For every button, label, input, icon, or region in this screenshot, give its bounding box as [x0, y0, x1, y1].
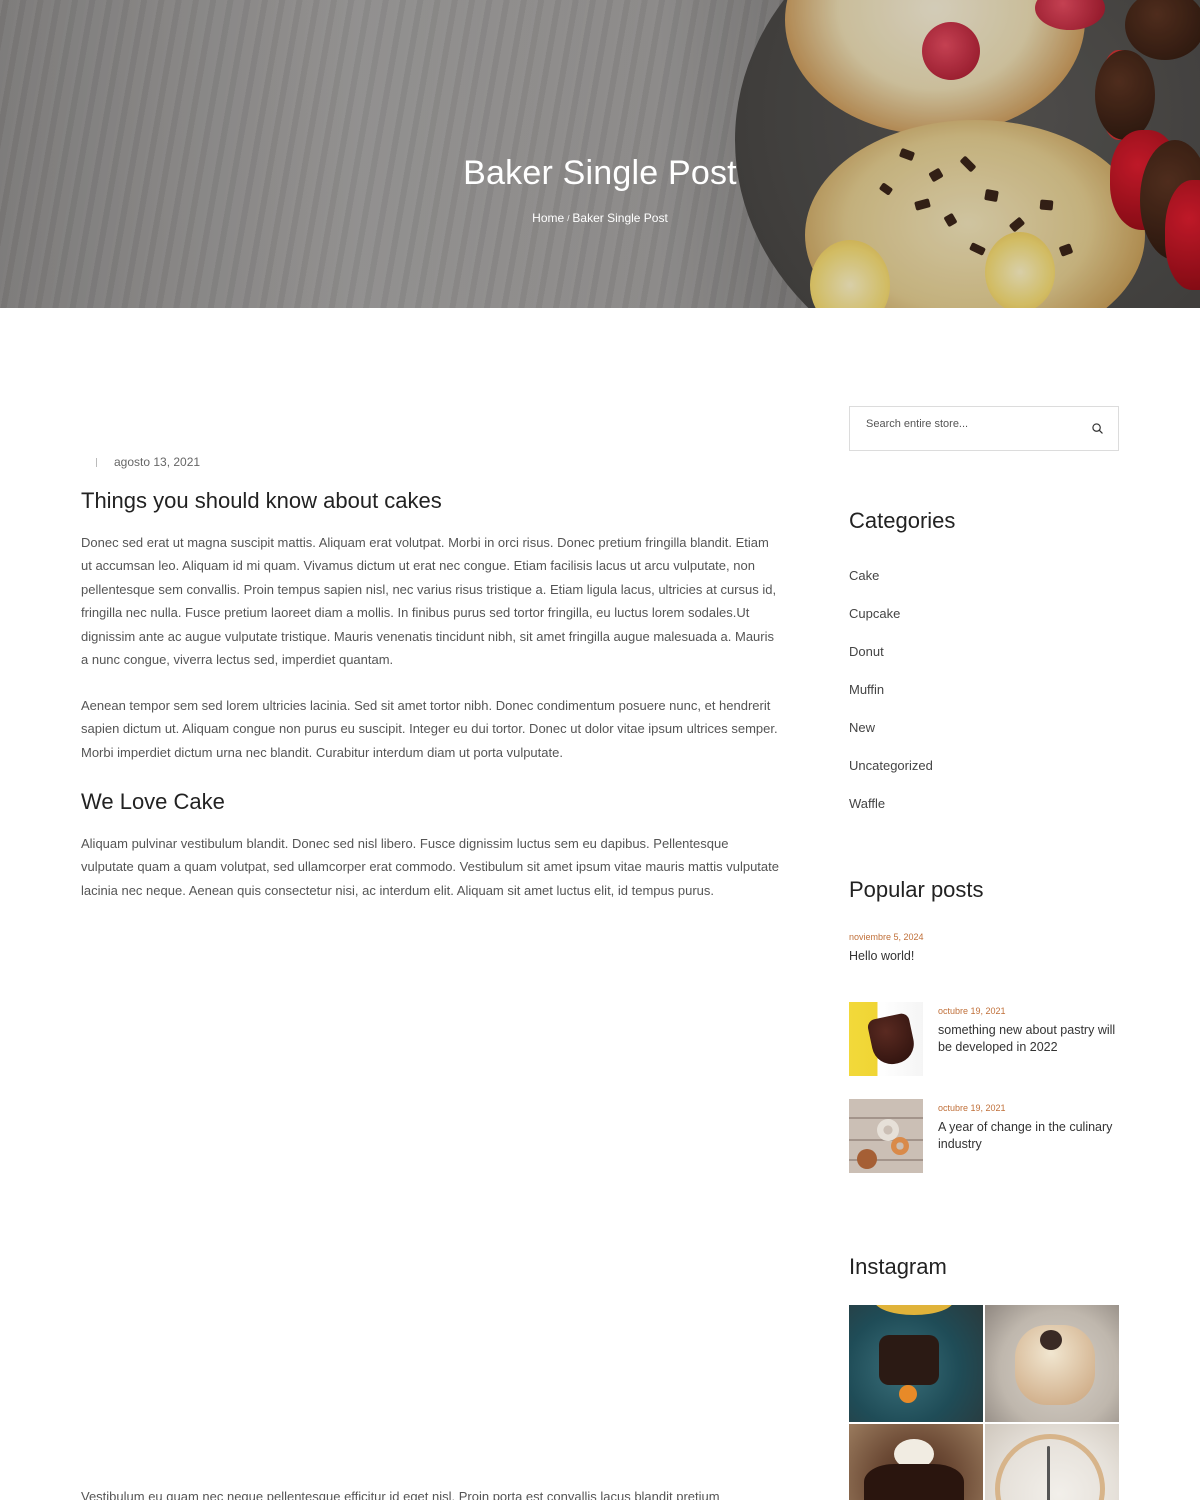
post-paragraph: Vestibulum eu quam nec neque pellentesqu… — [81, 1489, 720, 1500]
plate-image — [995, 1434, 1105, 1500]
hand-image — [857, 1149, 877, 1169]
instagram-image[interactable] — [985, 1424, 1119, 1500]
category-item-cupcake[interactable]: Cupcake — [849, 606, 933, 644]
bowl-image — [874, 1305, 954, 1315]
post-paragraph: Aliquam pulvinar vestibulum blandit. Don… — [81, 836, 779, 898]
category-item-muffin[interactable]: Muffin — [849, 682, 933, 720]
popular-post-title[interactable]: A year of change in the culinary industr… — [938, 1119, 1118, 1153]
popular-post-thumbnail[interactable] — [849, 1099, 923, 1173]
post-paragraph: Aenean tempor sem sed lorem ultricies la… — [81, 698, 778, 760]
category-item-uncategorized[interactable]: Uncategorized — [849, 758, 933, 796]
category-item-cake[interactable]: Cake — [849, 568, 933, 606]
category-item-waffle[interactable]: Waffle — [849, 796, 933, 834]
page-title: Baker Single Post — [463, 154, 737, 192]
popular-post-thumbnail[interactable] — [849, 1002, 923, 1076]
donut-image — [891, 1137, 909, 1155]
brownie-image — [879, 1335, 939, 1385]
orange-image — [899, 1385, 917, 1403]
popular-post-title[interactable]: Hello world! — [849, 948, 1029, 965]
fork-image — [1047, 1446, 1050, 1500]
breadcrumb-separator: / — [567, 214, 570, 224]
post-title: Things you should know about cakes — [81, 488, 442, 513]
search-input[interactable] — [850, 407, 1078, 441]
post-meta: agosto 13, 2021 — [81, 455, 200, 469]
breadcrumb-current: Baker Single Post — [572, 211, 668, 225]
popular-posts-title: Popular posts — [849, 877, 984, 902]
breadcrumb: Home / Baker Single Post — [0, 211, 1200, 225]
instagram-title: Instagram — [849, 1254, 947, 1279]
post-date: agosto 13, 2021 — [114, 455, 201, 469]
instagram-image[interactable] — [985, 1305, 1119, 1422]
meta-divider — [96, 458, 97, 468]
cake-slice-image — [866, 1012, 918, 1068]
categories-title: Categories — [849, 508, 956, 533]
popular-post-title[interactable]: something new about pastry will be devel… — [938, 1022, 1118, 1056]
search-icon — [1092, 423, 1103, 434]
search-button[interactable] — [1078, 407, 1118, 450]
categories-list: Cake Cupcake Donut Muffin New Uncategori… — [849, 568, 933, 834]
popular-post-date: octubre 19, 2021 — [938, 1103, 1006, 1113]
chocolate-chip — [1040, 1330, 1062, 1350]
post-subheading: We Love Cake — [81, 789, 225, 814]
page-hero: Baker Single Post Home / Baker Single Post — [0, 0, 1200, 308]
category-item-donut[interactable]: Donut — [849, 644, 933, 682]
popular-post-date: noviembre 5, 2024 — [849, 932, 924, 942]
post-paragraph: Donec sed erat ut magna suscipit mattis.… — [81, 535, 777, 668]
instagram-image[interactable] — [849, 1424, 983, 1500]
search-form — [849, 406, 1119, 451]
category-item-new[interactable]: New — [849, 720, 933, 758]
instagram-image[interactable] — [849, 1305, 983, 1422]
instagram-grid — [849, 1305, 1119, 1500]
cake-image — [864, 1464, 964, 1500]
popular-post-date: octubre 19, 2021 — [938, 1006, 1006, 1016]
breadcrumb-home-link[interactable]: Home — [532, 211, 564, 225]
